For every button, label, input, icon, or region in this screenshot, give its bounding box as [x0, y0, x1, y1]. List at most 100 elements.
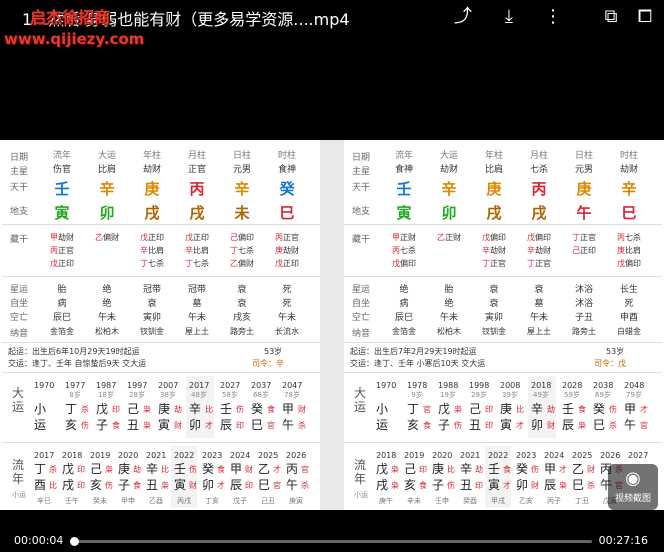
- liunian-year: 2019: [90, 451, 111, 460]
- separator: [344, 276, 662, 277]
- qiyun-text: 起运：出生后6年10月29天19时起运: [8, 347, 140, 356]
- hidden-stem-god: 偏财: [103, 233, 119, 242]
- row-label-kw: 空亡: [352, 313, 371, 323]
- hidden-stem-char: 辛: [527, 246, 535, 255]
- hidden-stem: 己正印: [564, 245, 604, 256]
- hidden-stem-char: 戊: [185, 233, 193, 242]
- main-star: 比肩: [484, 165, 503, 175]
- self-seat: 墓: [534, 299, 544, 309]
- star-fortune: 死: [282, 285, 292, 295]
- hidden-stem-god: 正官: [58, 246, 74, 255]
- star-fortune: 绝: [399, 285, 409, 295]
- earthly-branch: 午: [576, 204, 592, 222]
- liunian-year: 2027: [628, 451, 649, 460]
- separator: [2, 342, 320, 343]
- cast-icon[interactable]: ⧠: [634, 6, 656, 28]
- liunian-minor: 己丑: [261, 497, 275, 505]
- earthly-branch: 未: [234, 204, 250, 222]
- hidden-stem-god: 比肩: [193, 246, 209, 255]
- row-label-xy: 星运: [10, 285, 29, 295]
- hidden-stem-char: 辛: [482, 246, 490, 255]
- hidden-stem-char: 庚: [617, 246, 625, 255]
- heavenly-stem: 庚: [576, 180, 592, 198]
- dayun-age: 58岁: [222, 391, 238, 399]
- void: 辰巳: [52, 313, 71, 323]
- hidden-stem-god: 劫财: [535, 246, 551, 255]
- hidden-stem: 辛比肩: [132, 245, 172, 256]
- progress-handle[interactable]: [69, 537, 79, 546]
- main-star: 食神: [277, 165, 296, 175]
- hidden-stem-god: 比肩: [625, 246, 641, 255]
- hidden-stem-char: 丙: [392, 246, 400, 255]
- xiaoyun-label: 小运: [354, 491, 368, 499]
- earthly-branch: 戌: [189, 204, 205, 222]
- liunian-year: 2018: [62, 451, 83, 460]
- hidden-stem-god: 七杀: [148, 259, 164, 268]
- hidden-stem-char: 己: [230, 233, 238, 242]
- liunian-minor: 庚午: [379, 497, 393, 505]
- dayun-age: 59岁: [564, 391, 580, 399]
- main-star: 劫财: [619, 165, 638, 175]
- hidden-stem: 丁七杀: [222, 245, 262, 256]
- hidden-stem-god: 正官: [535, 259, 551, 268]
- dayun-age: 9岁: [411, 391, 423, 399]
- hidden-stem-char: 己: [572, 246, 580, 255]
- dayun-age: 39岁: [502, 391, 518, 399]
- liunian-minor: 癸未: [93, 497, 107, 505]
- void: 午未: [529, 313, 548, 323]
- liunian-year: 2018: [376, 451, 397, 460]
- video-frame[interactable]: 日期 主星 天干 地支 藏干 星运 自坐 空亡 纳音 流年 伤官壬寅甲劫财 丙正官 戊正印胎病辰巳 金箔金…: [0, 140, 664, 510]
- liunian-year: 2020: [432, 451, 453, 460]
- row-label-zz: 自坐: [352, 299, 371, 309]
- jiaoyun-text: 交运：逢丁、壬年 自惊蛰后9天 交大运: [8, 359, 147, 368]
- earthly-branch: 寅: [396, 204, 412, 222]
- liunian-year: 2017: [34, 451, 55, 460]
- dayun-branch: 运: [375, 418, 388, 432]
- age-text: 53岁: [264, 347, 283, 356]
- hidden-stem: 丙七杀: [609, 232, 649, 243]
- heavenly-stem: 壬: [396, 180, 412, 198]
- liunian-year: 2023: [202, 451, 223, 460]
- hidden-stem: 戊正印: [267, 258, 307, 269]
- screenshot-button[interactable]: ◉ 视频截图: [608, 464, 658, 510]
- hidden-stem: 丙正官: [267, 232, 307, 243]
- self-seat: 病: [399, 299, 409, 309]
- separator: [2, 442, 320, 443]
- hidden-stem: 庚比肩: [609, 245, 649, 256]
- void: 辰巳: [394, 313, 413, 323]
- heavenly-stem: 辛: [234, 180, 250, 198]
- row-label-tg: 天干: [352, 183, 371, 193]
- more-icon[interactable]: ⋮: [542, 6, 564, 28]
- star-fortune: 长生: [619, 285, 638, 295]
- progress-bar[interactable]: [69, 537, 592, 546]
- self-seat: 衰: [237, 299, 247, 309]
- dayun-age: 78岁: [284, 391, 300, 399]
- star-fortune: 胎: [57, 285, 67, 295]
- hidden-stem-char: 丙: [275, 233, 283, 242]
- pip-icon[interactable]: ⧉: [600, 6, 622, 28]
- dayun-age: 48岁: [191, 391, 207, 399]
- jiaoyun-text: 交运：逢丁、壬年 小寒后10天 交大运: [350, 359, 486, 368]
- separator: [344, 442, 662, 443]
- self-seat: 墓: [192, 299, 202, 309]
- liunian-minor: 壬午: [65, 497, 79, 505]
- total-time: 00:27:16: [598, 534, 648, 547]
- hidden-stem-char: 丁: [572, 233, 580, 242]
- earthly-branch: 巳: [279, 204, 295, 222]
- hidden-stem: 乙偏财: [87, 232, 127, 243]
- liunian-minor: 丙戌: [177, 497, 191, 505]
- hidden-stem-char: 丁: [527, 259, 535, 268]
- hidden-stem: 戊偏印: [384, 258, 424, 269]
- hidden-stem: 丁正官: [519, 258, 559, 269]
- hidden-stem-god: 正印: [148, 233, 164, 242]
- dayun-age: 68岁: [253, 391, 269, 399]
- liunian-minor: 壬申: [435, 497, 449, 505]
- separator: [2, 276, 320, 277]
- star-fortune: 沐浴: [574, 285, 593, 295]
- download-icon[interactable]: ⤓: [498, 6, 520, 28]
- share-icon[interactable]: ⤴: [452, 6, 474, 28]
- hidden-stem-char: 甲: [392, 233, 400, 242]
- hidden-stem: 丁正官: [564, 232, 604, 243]
- liunian-year: 2019: [404, 451, 425, 460]
- hidden-stem-god: 正官: [283, 233, 299, 242]
